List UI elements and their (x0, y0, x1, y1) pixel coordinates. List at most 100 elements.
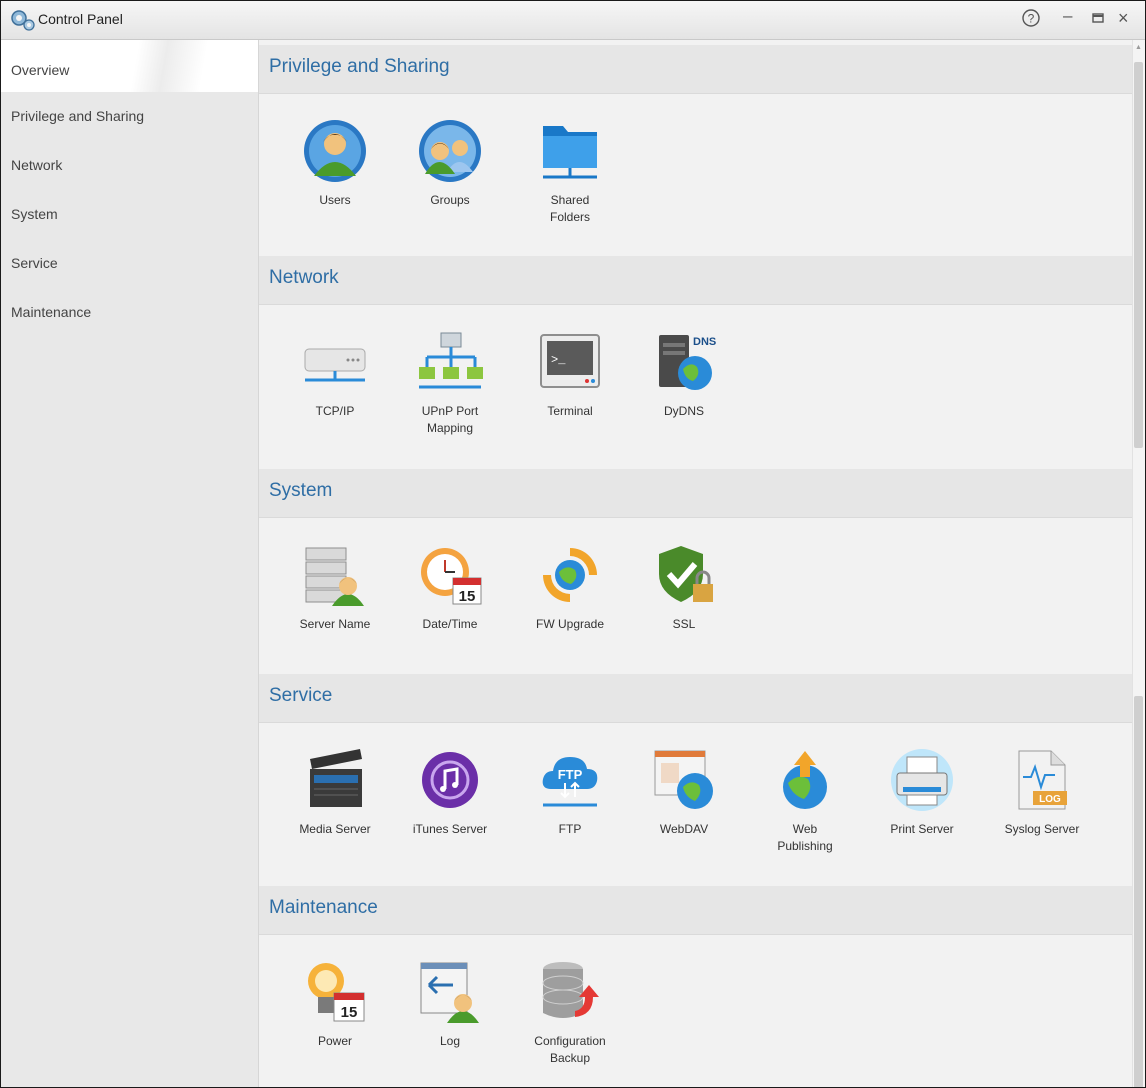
item-label: iTunes Server (412, 822, 488, 836)
syslog-server-icon: LOG (1018, 750, 1067, 810)
terminal-icon: >_ (540, 334, 600, 388)
log-icon (420, 962, 479, 1023)
main-content: Privilege and Sharing Users Groups Share… (259, 40, 1133, 1087)
item-label: Server Name (299, 617, 371, 631)
sidebar-item-privilege-and-sharing[interactable]: Privilege and Sharing (1, 92, 258, 141)
section-maintenance: Maintenance 15 Power Log Configuration B… (259, 886, 1133, 1087)
sidebar: Overview Privilege and Sharing Network S… (1, 40, 259, 1087)
power-icon: 15 (308, 963, 365, 1022)
web-publishing-icon (783, 751, 827, 809)
ftp-badge: FTP (558, 767, 583, 782)
users-item[interactable]: Users (277, 94, 393, 209)
section-header: Network (259, 256, 1133, 305)
item-label: Date/Time (422, 617, 478, 631)
section-icons: 15 Power Log Configuration Backup (259, 935, 1133, 1087)
webdav-icon (654, 750, 713, 809)
shared-folders-icon (543, 126, 597, 179)
shared-folders-item[interactable]: Shared Folders (512, 94, 628, 226)
scroll-up-icon[interactable]: ▲ (1135, 44, 1142, 51)
title-bar: Control Panel ? – × (1, 1, 1145, 40)
scrollbar[interactable]: ▲ (1132, 40, 1145, 1087)
syslog-server-item[interactable]: LOG Syslog Server (984, 723, 1100, 838)
svg-text:>_: >_ (551, 353, 566, 367)
scrollbar-thumb[interactable] (1134, 62, 1143, 448)
section-icons: Users Groups Shared Folders (259, 94, 1133, 259)
fw-upgrade-icon (543, 548, 597, 602)
itunes-server-icon (422, 752, 478, 808)
print-server-icon (891, 749, 953, 811)
item-label: Syslog Server (1004, 822, 1080, 836)
upnp-item[interactable]: UPnP Port Mapping (392, 305, 508, 437)
sidebar-item-system[interactable]: System (1, 190, 258, 239)
section-title: Maintenance (269, 897, 378, 918)
section-icons: Media Server iTunes Server FTP FTP WebDA… (259, 723, 1133, 888)
server-name-item[interactable]: Server Name (277, 518, 393, 633)
section-service: Service Media Server iTunes Server FTP F… (259, 674, 1133, 888)
svg-text:?: ? (1028, 12, 1035, 26)
minimize-icon[interactable]: – (1063, 5, 1072, 27)
sidebar-item-network[interactable]: Network (1, 141, 258, 190)
upnp-icon (419, 332, 483, 389)
groups-icon (419, 120, 481, 182)
log-badge: LOG (1039, 794, 1061, 805)
sidebar-item-maintenance[interactable]: Maintenance (1, 288, 258, 337)
calendar-badge: 15 (459, 588, 476, 605)
item-label: Users (319, 193, 351, 207)
item-label: Groups (430, 193, 470, 207)
item-label: Log (439, 1034, 461, 1048)
item-label: Media Server (299, 822, 371, 836)
section-icons: Server Name 15 Date/Time FW Upgrade SSL (259, 518, 1133, 683)
configuration-backup-icon (542, 962, 599, 1018)
ftp-icon: FTP (542, 757, 598, 807)
item-label: FW Upgrade (535, 617, 605, 631)
calendar-badge: 15 (341, 1004, 358, 1021)
date-time-icon: 15 (421, 548, 482, 605)
item-label: UPnP Port Mapping (421, 404, 479, 435)
sidebar-item-overview[interactable]: Overview (1, 40, 258, 92)
web-publishing-item[interactable]: Web Publishing (747, 723, 863, 855)
sidebar-item-service[interactable]: Service (1, 239, 258, 288)
server-name-icon (305, 547, 364, 606)
media-server-icon (310, 749, 362, 807)
section-title: Privilege and Sharing (269, 56, 450, 77)
dydns-icon: DNS (659, 335, 716, 390)
item-label: Web Publishing (777, 822, 833, 853)
section-title: Service (269, 685, 333, 706)
dns-badge: DNS (693, 336, 716, 348)
section-header: Privilege and Sharing (259, 45, 1133, 94)
close-icon[interactable]: × (1118, 7, 1129, 29)
section-header: System (259, 469, 1133, 518)
terminal-item[interactable]: >_ Terminal (512, 305, 628, 420)
item-label: Terminal (547, 404, 593, 418)
configuration-backup-item[interactable]: Configuration Backup (512, 935, 628, 1067)
date-time-item[interactable]: 15 Date/Time (392, 518, 508, 633)
item-label: SSL (672, 617, 696, 631)
ftp-item[interactable]: FTP FTP (512, 723, 628, 838)
groups-item[interactable]: Groups (392, 94, 508, 209)
itunes-server-item[interactable]: iTunes Server (392, 723, 508, 838)
print-server-item[interactable]: Print Server (864, 723, 980, 838)
tcpip-item[interactable]: TCP/IP (277, 305, 393, 420)
ssl-icon (659, 546, 713, 602)
dydns-item[interactable]: DNS DyDNS (626, 305, 742, 420)
section-title: Network (269, 267, 339, 288)
item-label: TCP/IP (315, 404, 355, 418)
item-label: Power (317, 1034, 352, 1048)
section-header: Maintenance (259, 886, 1133, 935)
item-label: FTP (558, 822, 582, 836)
section-privilege-and-sharing: Privilege and Sharing Users Groups Share… (259, 45, 1133, 259)
webdav-item[interactable]: WebDAV (626, 723, 742, 838)
log-item[interactable]: Log (392, 935, 508, 1050)
fw-upgrade-item[interactable]: FW Upgrade (512, 518, 628, 633)
ssl-item[interactable]: SSL (626, 518, 742, 633)
scrollbar-thumb-lower[interactable] (1134, 696, 1143, 1087)
power-item[interactable]: 15 Power (277, 935, 393, 1050)
section-header: Service (259, 674, 1133, 723)
help-icon[interactable]: ? (1021, 8, 1041, 34)
control-panel-window: Control Panel ? – × Overview Privilege a… (0, 0, 1146, 1088)
control-panel-app-icon (11, 10, 35, 31)
item-label: WebDAV (659, 822, 709, 836)
media-server-item[interactable]: Media Server (277, 723, 393, 838)
maximize-icon[interactable] (1091, 8, 1105, 34)
item-label: DyDNS (663, 404, 704, 418)
